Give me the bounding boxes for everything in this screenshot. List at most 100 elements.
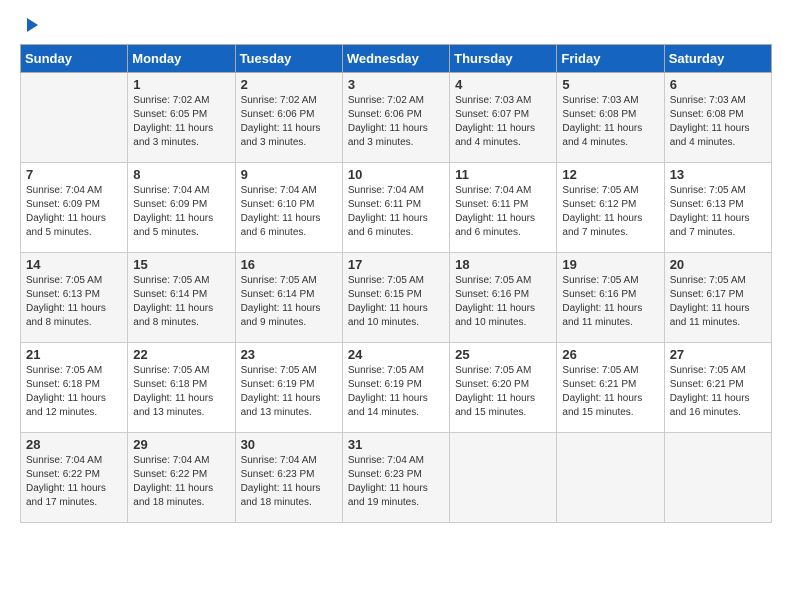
day-number: 30 [241,437,337,452]
calendar-cell: 4 Sunrise: 7:03 AMSunset: 6:07 PMDaylight… [450,73,557,163]
day-number: 4 [455,77,551,92]
calendar-cell: 22 Sunrise: 7:05 AMSunset: 6:18 PMDayligh… [128,343,235,433]
calendar-cell: 3 Sunrise: 7:02 AMSunset: 6:06 PMDaylight… [342,73,449,163]
day-header-monday: Monday [128,45,235,73]
day-number: 5 [562,77,658,92]
day-number: 14 [26,257,122,272]
calendar-cell: 18 Sunrise: 7:05 AMSunset: 6:16 PMDayligh… [450,253,557,343]
day-number: 24 [348,347,444,362]
cell-info: Sunrise: 7:04 AMSunset: 6:09 PMDaylight:… [133,184,229,240]
day-number: 7 [26,167,122,182]
cell-info: Sunrise: 7:02 AMSunset: 6:06 PMDaylight:… [241,94,337,150]
cell-info: Sunrise: 7:03 AMSunset: 6:08 PMDaylight:… [562,94,658,150]
calendar-cell: 10Sunrise: 7:04 AMSunset: 6:11 PMDayligh… [342,163,449,253]
calendar-cell: 1 Sunrise: 7:02 AMSunset: 6:05 PMDaylight… [128,73,235,163]
calendar-table: SundayMondayTuesdayWednesdayThursdayFrid… [20,44,772,523]
day-number: 3 [348,77,444,92]
calendar-cell: 8 Sunrise: 7:04 AMSunset: 6:09 PMDaylight… [128,163,235,253]
calendar-cell: 29 Sunrise: 7:04 AMSunset: 6:22 PMDayligh… [128,433,235,523]
day-number: 9 [241,167,337,182]
calendar-cell: 19 Sunrise: 7:05 AMSunset: 6:16 PMDayligh… [557,253,664,343]
calendar-cell [664,433,771,523]
cell-info: Sunrise: 7:04 AMSunset: 6:11 PMDaylight:… [348,184,444,240]
week-row-4: 21 Sunrise: 7:05 AMSunset: 6:18 PMDayligh… [21,343,772,433]
calendar-cell: 24 Sunrise: 7:05 AMSunset: 6:19 PMDayligh… [342,343,449,433]
calendar-cell: 25Sunrise: 7:05 AMSunset: 6:20 PMDayligh… [450,343,557,433]
cell-info: Sunrise: 7:05 AMSunset: 6:14 PMDaylight:… [133,274,229,330]
calendar-cell [21,73,128,163]
calendar-cell: 13 Sunrise: 7:05 AMSunset: 6:13 PMDayligh… [664,163,771,253]
day-header-sunday: Sunday [21,45,128,73]
day-number: 12 [562,167,658,182]
cell-info: Sunrise: 7:04 AMSunset: 6:11 PMDaylight:… [455,184,551,240]
cell-info: Sunrise: 7:04 AMSunset: 6:22 PMDaylight:… [133,454,229,510]
cell-info: Sunrise: 7:02 AMSunset: 6:05 PMDaylight:… [133,94,229,150]
day-header-saturday: Saturday [664,45,771,73]
cell-info: Sunrise: 7:04 AMSunset: 6:09 PMDaylight:… [26,184,122,240]
day-header-tuesday: Tuesday [235,45,342,73]
cell-info: Sunrise: 7:05 AMSunset: 6:18 PMDaylight:… [26,364,122,420]
cell-info: Sunrise: 7:05 AMSunset: 6:21 PMDaylight:… [670,364,766,420]
day-number: 1 [133,77,229,92]
day-number: 29 [133,437,229,452]
day-header-friday: Friday [557,45,664,73]
cell-info: Sunrise: 7:05 AMSunset: 6:19 PMDaylight:… [241,364,337,420]
day-number: 16 [241,257,337,272]
cell-info: Sunrise: 7:02 AMSunset: 6:06 PMDaylight:… [348,94,444,150]
calendar-cell: 31 Sunrise: 7:04 AMSunset: 6:23 PMDayligh… [342,433,449,523]
cell-info: Sunrise: 7:05 AMSunset: 6:16 PMDaylight:… [455,274,551,330]
day-number: 26 [562,347,658,362]
day-number: 21 [26,347,122,362]
cell-info: Sunrise: 7:05 AMSunset: 6:21 PMDaylight:… [562,364,658,420]
day-number: 31 [348,437,444,452]
day-number: 18 [455,257,551,272]
day-number: 28 [26,437,122,452]
calendar-cell: 21 Sunrise: 7:05 AMSunset: 6:18 PMDayligh… [21,343,128,433]
calendar-cell: 16 Sunrise: 7:05 AMSunset: 6:14 PMDayligh… [235,253,342,343]
page-header [20,20,772,34]
calendar-cell: 12 Sunrise: 7:05 AMSunset: 6:12 PMDayligh… [557,163,664,253]
day-header-wednesday: Wednesday [342,45,449,73]
calendar-cell [450,433,557,523]
calendar-cell: 17 Sunrise: 7:05 AMSunset: 6:15 PMDayligh… [342,253,449,343]
day-number: 23 [241,347,337,362]
calendar-cell: 14Sunrise: 7:05 AMSunset: 6:13 PMDayligh… [21,253,128,343]
cell-info: Sunrise: 7:05 AMSunset: 6:15 PMDaylight:… [348,274,444,330]
day-number: 17 [348,257,444,272]
week-row-3: 14Sunrise: 7:05 AMSunset: 6:13 PMDayligh… [21,253,772,343]
week-row-5: 28 Sunrise: 7:04 AMSunset: 6:22 PMDayligh… [21,433,772,523]
cell-info: Sunrise: 7:04 AMSunset: 6:23 PMDaylight:… [241,454,337,510]
day-number: 19 [562,257,658,272]
days-header-row: SundayMondayTuesdayWednesdayThursdayFrid… [21,45,772,73]
calendar-cell: 2Sunrise: 7:02 AMSunset: 6:06 PMDaylight… [235,73,342,163]
cell-info: Sunrise: 7:05 AMSunset: 6:16 PMDaylight:… [562,274,658,330]
calendar-cell: 30 Sunrise: 7:04 AMSunset: 6:23 PMDayligh… [235,433,342,523]
cell-info: Sunrise: 7:05 AMSunset: 6:14 PMDaylight:… [241,274,337,330]
day-number: 22 [133,347,229,362]
day-header-thursday: Thursday [450,45,557,73]
cell-info: Sunrise: 7:05 AMSunset: 6:20 PMDaylight:… [455,364,551,420]
day-number: 20 [670,257,766,272]
calendar-cell: 20 Sunrise: 7:05 AMSunset: 6:17 PMDayligh… [664,253,771,343]
calendar-cell: 23 Sunrise: 7:05 AMSunset: 6:19 PMDayligh… [235,343,342,433]
day-number: 13 [670,167,766,182]
cell-info: Sunrise: 7:05 AMSunset: 6:18 PMDaylight:… [133,364,229,420]
week-row-2: 7 Sunrise: 7:04 AMSunset: 6:09 PMDaylight… [21,163,772,253]
day-number: 6 [670,77,766,92]
cell-info: Sunrise: 7:04 AMSunset: 6:10 PMDaylight:… [241,184,337,240]
logo-icon [22,16,40,34]
calendar-cell: 15 Sunrise: 7:05 AMSunset: 6:14 PMDayligh… [128,253,235,343]
logo [20,20,40,34]
calendar-cell: 26 Sunrise: 7:05 AMSunset: 6:21 PMDayligh… [557,343,664,433]
cell-info: Sunrise: 7:05 AMSunset: 6:19 PMDaylight:… [348,364,444,420]
day-number: 15 [133,257,229,272]
cell-info: Sunrise: 7:05 AMSunset: 6:17 PMDaylight:… [670,274,766,330]
day-number: 11 [455,167,551,182]
calendar-cell: 5 Sunrise: 7:03 AMSunset: 6:08 PMDaylight… [557,73,664,163]
cell-info: Sunrise: 7:04 AMSunset: 6:23 PMDaylight:… [348,454,444,510]
day-number: 8 [133,167,229,182]
cell-info: Sunrise: 7:05 AMSunset: 6:13 PMDaylight:… [670,184,766,240]
cell-info: Sunrise: 7:03 AMSunset: 6:07 PMDaylight:… [455,94,551,150]
cell-info: Sunrise: 7:05 AMSunset: 6:12 PMDaylight:… [562,184,658,240]
cell-info: Sunrise: 7:03 AMSunset: 6:08 PMDaylight:… [670,94,766,150]
